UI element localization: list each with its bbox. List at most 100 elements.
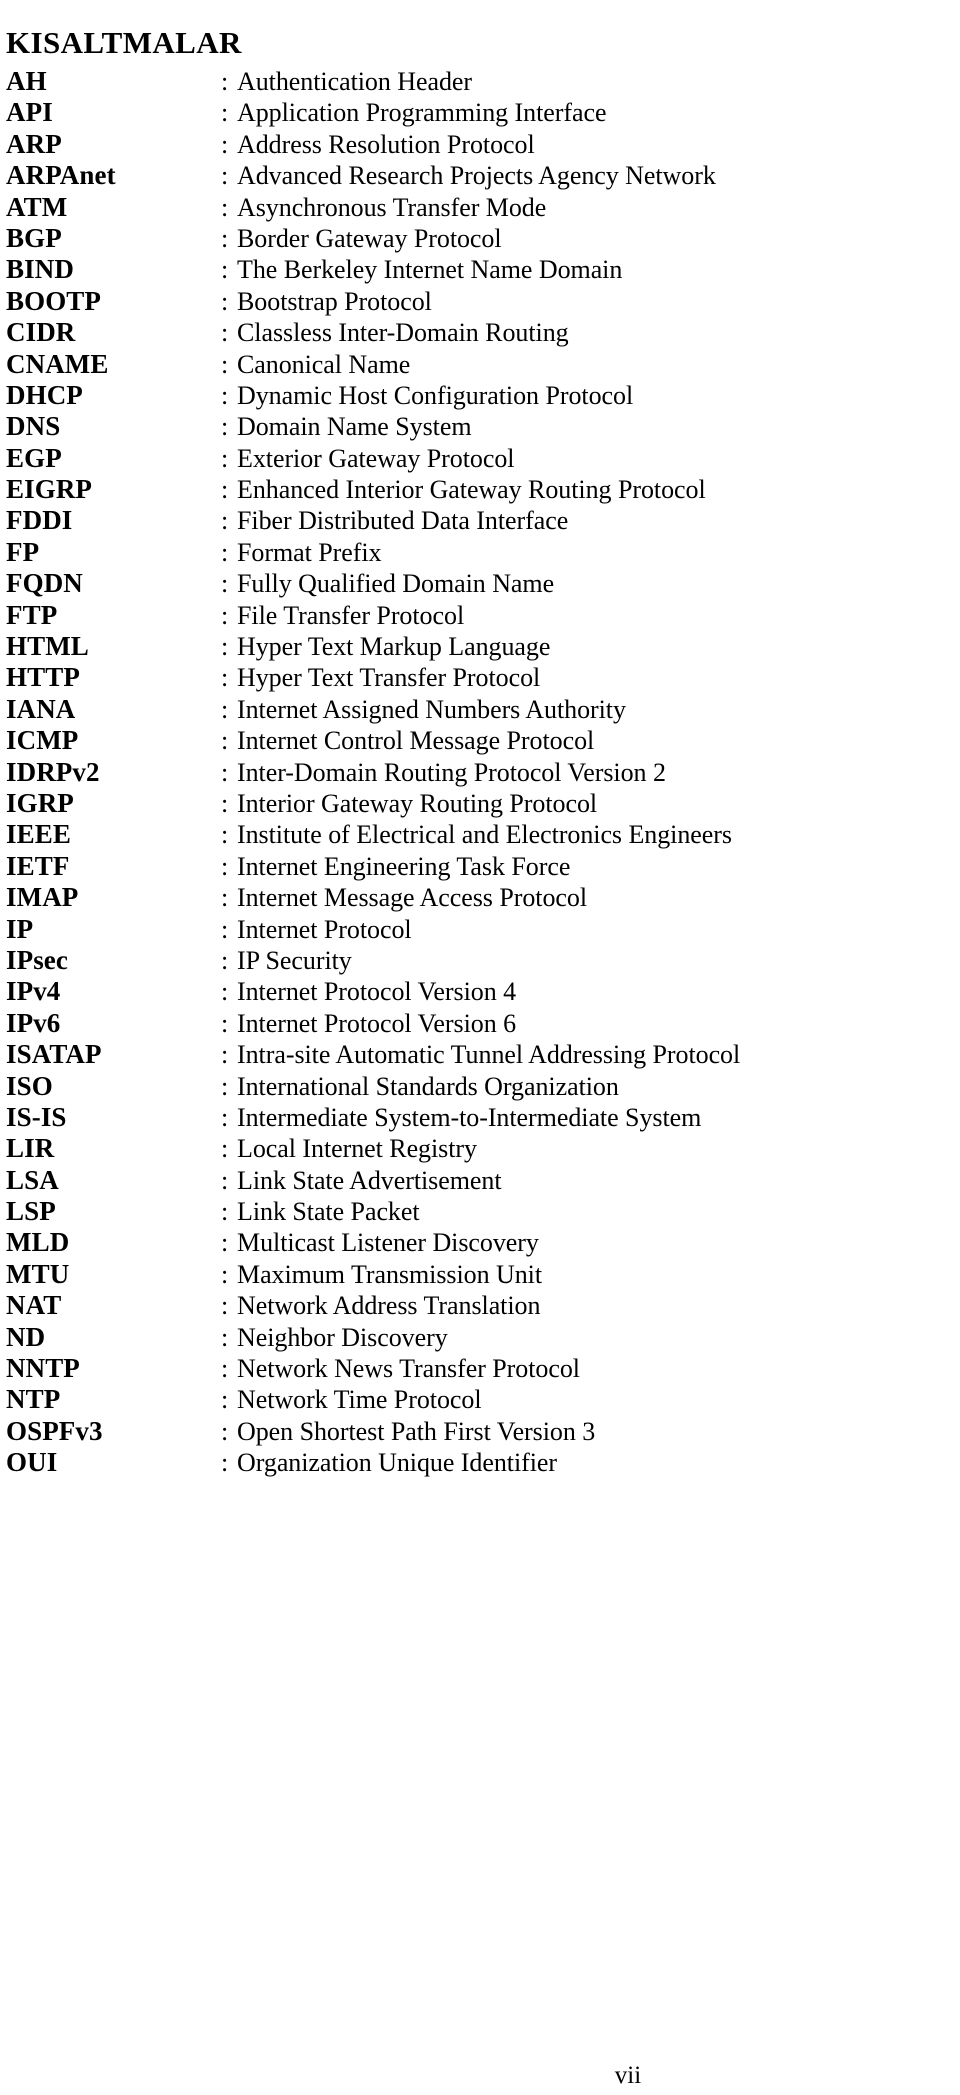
abbreviation-term: LSA — [6, 1164, 59, 1195]
abbreviation-separator: : — [221, 1322, 229, 1352]
abbreviation-separator: : — [221, 1354, 229, 1384]
abbreviation-definition: Intra-site Automatic Tunnel Addressing P… — [237, 1040, 741, 1070]
abbreviation-term: IDRPv2 — [6, 756, 100, 787]
abbreviation-term: ISO — [6, 1070, 53, 1101]
abbreviation-row: OUI: Organization Unique Identifier — [0, 1447, 960, 1478]
abbreviation-definition: Hyper Text Markup Language — [237, 632, 551, 662]
abbreviation-row: LSP: Link State Packet — [0, 1196, 960, 1227]
abbreviation-row: LSA: Link State Advertisement — [0, 1165, 960, 1196]
abbreviation-separator: : — [221, 1071, 229, 1101]
abbreviation-separator: : — [221, 1040, 229, 1070]
abbreviation-definition: Maximum Transmission Unit — [237, 1259, 543, 1289]
abbreviation-term: IS-IS — [6, 1101, 67, 1132]
abbreviation-separator: : — [221, 788, 229, 818]
page-number-footer: vii — [0, 2060, 960, 2092]
abbreviation-separator: : — [221, 694, 229, 724]
abbreviation-term: IEEE — [6, 819, 71, 850]
abbreviation-separator: : — [221, 443, 229, 473]
abbreviation-separator: : — [221, 1008, 229, 1038]
abbreviation-term: BOOTP — [6, 285, 102, 316]
abbreviation-separator: : — [221, 1448, 229, 1478]
abbreviation-definition: File Transfer Protocol — [237, 600, 465, 630]
abbreviation-definition: Open Shortest Path First Version 3 — [237, 1416, 596, 1446]
abbreviation-separator: : — [221, 663, 229, 693]
abbreviation-separator: : — [221, 1259, 229, 1289]
abbreviation-term: IGRP — [6, 787, 74, 818]
abbreviation-separator: : — [221, 726, 229, 756]
abbreviation-row: MTU: Maximum Transmission Unit — [0, 1259, 960, 1290]
abbreviation-definition: Organization Unique Identifier — [237, 1448, 558, 1478]
abbreviation-term: ICMP — [6, 725, 79, 756]
abbreviation-row: IP: Internet Protocol — [0, 914, 960, 945]
abbreviation-separator: : — [221, 161, 229, 191]
abbreviation-row: MLD: Multicast Listener Discovery — [0, 1227, 960, 1258]
abbreviation-separator: : — [221, 223, 229, 253]
abbreviation-term: FTP — [6, 599, 58, 630]
abbreviation-separator: : — [221, 914, 229, 944]
abbreviation-separator: : — [221, 1228, 229, 1258]
abbreviation-row: IS-IS: Intermediate System-to-Intermediat… — [0, 1102, 960, 1133]
abbreviation-definition: Domain Name System — [237, 412, 472, 442]
abbreviation-row: FQDN: Fully Qualified Domain Name — [0, 568, 960, 599]
abbreviation-definition: Asynchronous Transfer Mode — [237, 192, 547, 222]
abbreviation-separator: : — [221, 632, 229, 662]
abbreviation-term: ISATAP — [6, 1039, 102, 1070]
abbreviation-row: BOOTP: Bootstrap Protocol — [0, 286, 960, 317]
abbreviation-row: BIND: The Berkeley Internet Name Domain — [0, 254, 960, 285]
abbreviation-row: FDDI: Fiber Distributed Data Interface — [0, 505, 960, 536]
abbreviation-separator: : — [221, 1165, 229, 1195]
abbreviation-row: ISO: International Standards Organization — [0, 1071, 960, 1102]
abbreviation-row: DNS: Domain Name System — [0, 411, 960, 442]
abbreviation-definition: Format Prefix — [237, 537, 382, 567]
abbreviation-row: ATM: Asynchronous Transfer Mode — [0, 192, 960, 223]
abbreviation-term: MTU — [6, 1258, 70, 1289]
abbreviation-term: ARPAnet — [6, 160, 116, 191]
abbreviation-separator: : — [221, 1102, 229, 1132]
abbreviation-separator: : — [221, 349, 229, 379]
abbreviation-definition: Application Programming Interface — [237, 98, 607, 128]
abbreviation-definition: Internet Engineering Task Force — [237, 851, 571, 881]
abbreviation-term: MLD — [6, 1227, 70, 1258]
abbreviation-term: IP — [6, 913, 34, 944]
abbreviation-separator: : — [221, 757, 229, 787]
abbreviation-term: ARP — [6, 128, 62, 159]
abbreviation-row: OSPFv3: Open Shortest Path First Version … — [0, 1416, 960, 1447]
abbreviation-separator: : — [221, 129, 229, 159]
abbreviation-term: CIDR — [6, 317, 76, 348]
abbreviation-definition: Inter-Domain Routing Protocol Version 2 — [237, 757, 666, 787]
abbreviation-term: LSP — [6, 1196, 56, 1227]
abbreviation-definition: Local Internet Registry — [237, 1134, 477, 1164]
abbreviation-row: ARP: Address Resolution Protocol — [0, 129, 960, 160]
abbreviation-definition: Enhanced Interior Gateway Routing Protoc… — [237, 475, 706, 505]
abbreviation-row: IPv6: Internet Protocol Version 6 — [0, 1008, 960, 1039]
abbreviation-row: NTP: Network Time Protocol — [0, 1384, 960, 1415]
abbreviation-row: IDRPv2: Inter-Domain Routing Protocol Ver… — [0, 757, 960, 788]
abbreviation-row: IPv4: Internet Protocol Version 4 — [0, 976, 960, 1007]
abbreviation-row: ARPAnet: Advanced Research Projects Agenc… — [0, 160, 960, 191]
abbreviation-row: LIR: Local Internet Registry — [0, 1133, 960, 1164]
abbreviation-definition: Fully Qualified Domain Name — [237, 569, 555, 599]
abbreviation-definition: Authentication Header — [237, 67, 473, 96]
abbreviation-term: DHCP — [6, 379, 83, 410]
abbreviation-term: IPv4 — [6, 976, 61, 1007]
abbreviation-row: NAT: Network Address Translation — [0, 1290, 960, 1321]
abbreviation-term: ND — [6, 1321, 46, 1352]
abbreviation-separator: : — [221, 1197, 229, 1227]
abbreviation-row: HTTP: Hyper Text Transfer Protocol — [0, 662, 960, 693]
abbreviation-definition: Dynamic Host Configuration Protocol — [237, 380, 634, 410]
abbreviation-term: HTML — [6, 631, 89, 662]
abbreviation-term: CNAME — [6, 348, 109, 379]
abbreviation-definition: Fiber Distributed Data Interface — [237, 506, 569, 536]
abbreviation-term: IMAP — [6, 882, 79, 913]
abbreviation-definition: International Standards Organization — [237, 1071, 619, 1101]
abbreviation-term: EGP — [6, 442, 62, 473]
abbreviation-separator: : — [221, 412, 229, 442]
abbreviation-row: ICMP: Internet Control Message Protocol — [0, 725, 960, 756]
abbreviation-row: EGP: Exterior Gateway Protocol — [0, 443, 960, 474]
abbreviation-definition: Internet Message Access Protocol — [237, 883, 588, 913]
abbreviation-definition: Classless Inter-Domain Routing — [237, 318, 569, 348]
abbreviation-separator: : — [221, 286, 229, 316]
abbreviation-term: LIR — [6, 1133, 55, 1164]
abbreviation-row: CIDR: Classless Inter-Domain Routing — [0, 317, 960, 348]
abbreviation-term: NNTP — [6, 1353, 80, 1384]
